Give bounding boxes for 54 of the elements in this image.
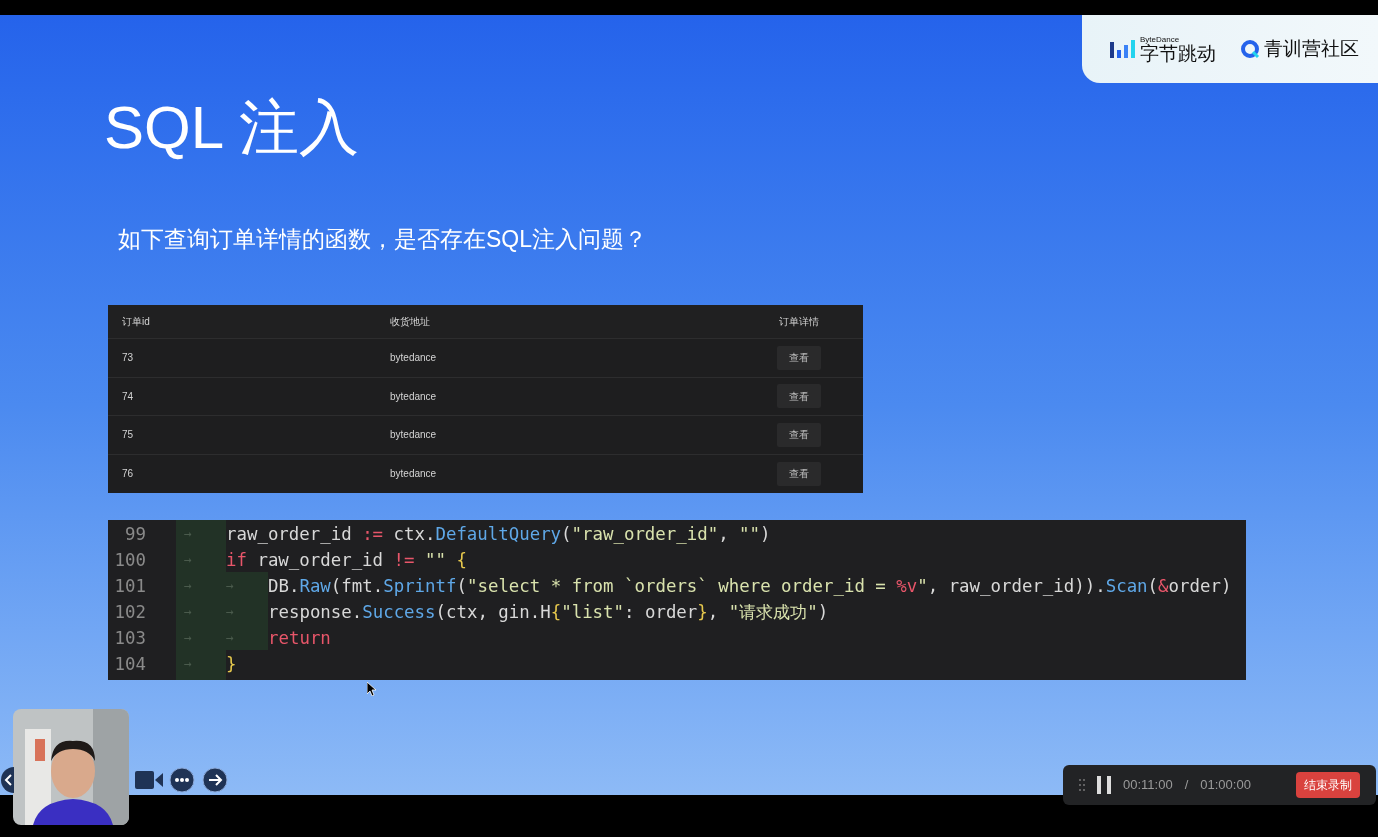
code-line: return [268, 626, 331, 650]
tab-marker: → [184, 655, 193, 674]
table-cell-text: 76 [121, 467, 135, 482]
table-cell-text: 74 [121, 389, 135, 404]
table-cell-text: bytedance [390, 389, 438, 404]
view-button[interactable]: 查看 [776, 384, 821, 409]
line-number: 100 [113, 548, 146, 572]
logo-text: 字节跳动 [1140, 43, 1216, 63]
tab-marker: → [184, 603, 193, 622]
table-cell-text: 73 [121, 351, 135, 366]
cursor-icon [367, 682, 377, 696]
code-line: } [226, 652, 237, 676]
table-cell-text: bytedance [390, 351, 438, 366]
line-number: 102 [113, 600, 146, 624]
column-header: 订单详情 [777, 315, 820, 329]
tab-marker: → [226, 629, 235, 648]
table-cell-text: bytedance [390, 428, 438, 443]
view-button[interactable]: 查看 [776, 461, 821, 486]
time-limit: 01:00:00 [1200, 776, 1251, 795]
stop-recording-button[interactable]: 结束录制 [1296, 772, 1360, 798]
table-cell-text: bytedance [390, 467, 438, 482]
question-text: 如下查询订单详情的函数，是否存在SQL注入问题？ [118, 225, 648, 254]
next-icon[interactable] [202, 767, 228, 793]
line-number: 103 [113, 626, 146, 650]
slide-title: SQL 注入 [104, 98, 359, 158]
time-separator: / [1184, 776, 1189, 795]
tab-marker: → [226, 577, 235, 596]
tab-marker: → [184, 525, 193, 544]
elapsed-time: 00:11:00 [1123, 776, 1173, 795]
tab-marker: → [184, 551, 193, 570]
column-header: 订单id [121, 315, 151, 329]
more-icon[interactable] [169, 767, 195, 793]
logo-text: 青训营社区 [1264, 36, 1359, 61]
ring-logo-icon [1240, 39, 1260, 59]
drag-handle-icon[interactable] [1079, 778, 1085, 792]
line-number: 99 [124, 522, 146, 546]
line-number: 104 [113, 652, 146, 676]
video-camera-icon[interactable] [135, 770, 163, 790]
line-number: 101 [113, 574, 146, 598]
tab-marker: → [184, 577, 193, 596]
view-button[interactable]: 查看 [776, 422, 821, 447]
tab-marker: → [184, 629, 193, 648]
view-button[interactable]: 查看 [776, 345, 821, 370]
pause-icon[interactable] [1097, 776, 1111, 794]
back-icon[interactable] [0, 767, 14, 793]
tab-marker: → [226, 603, 235, 622]
table-cell-text: 75 [121, 428, 135, 443]
code-line: if raw_order_id != "" { [226, 548, 467, 572]
column-header: 收货地址 [390, 315, 431, 329]
logo-subtext: ByteDance [1140, 35, 1181, 44]
code-line: response.Success(ctx, gin.H{"list": order}, "请求成功") [268, 600, 829, 624]
bars-logo-icon [1110, 38, 1136, 60]
code-line: raw_order_id := ctx.DefaultQuery("raw_order_id", "") [226, 522, 771, 546]
code-line: DB.Raw(fmt.Sprintf("select * from `orders` where order_id = %v", raw_order_id)).Scan(&order) [268, 574, 1232, 598]
